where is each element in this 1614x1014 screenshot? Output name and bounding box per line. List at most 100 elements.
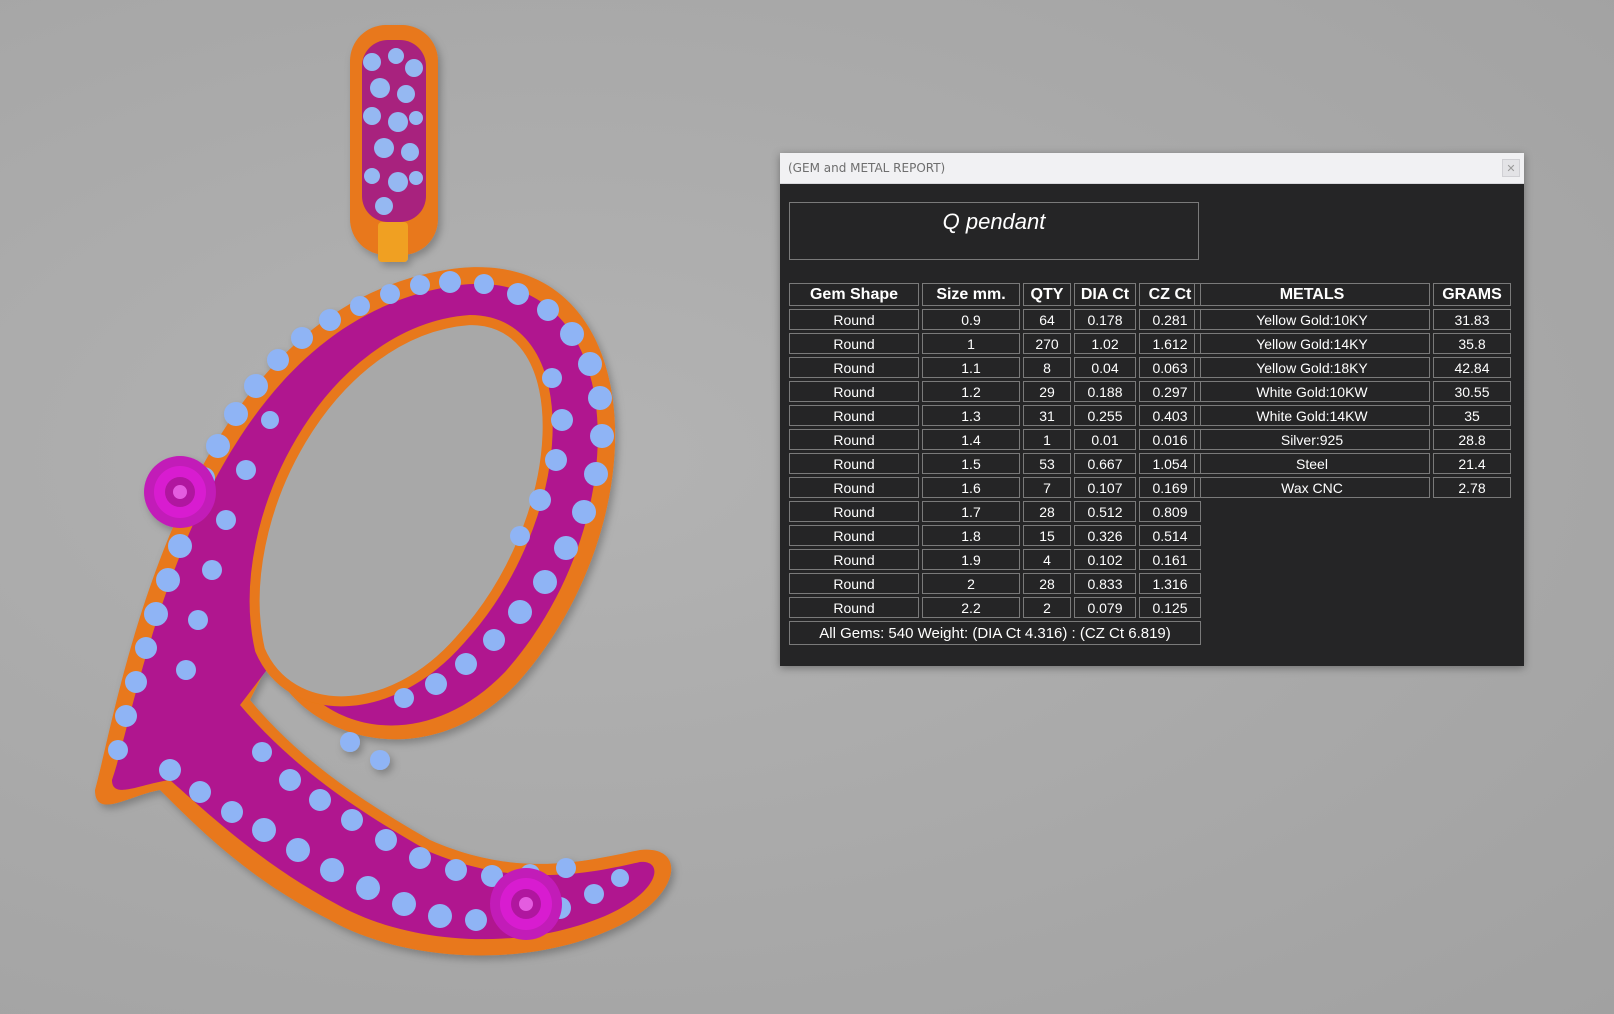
dia-ct-cell: 0.833: [1074, 573, 1136, 594]
qty-cell: 29: [1023, 381, 1071, 402]
rose-ornament-top: [144, 456, 216, 528]
metal-name-cell: Silver:925: [1194, 429, 1430, 450]
cz-ct-cell: 0.125: [1139, 597, 1201, 618]
table-row: Round 1.9 4 0.102 0.161: [789, 549, 1201, 570]
gem-shape-cell: Round: [789, 333, 919, 354]
metal-name-cell: Yellow Gold:18KY: [1194, 357, 1430, 378]
table-row: Round 1.4 1 0.01 0.016: [789, 429, 1201, 450]
cz-ct-cell: 0.809: [1139, 501, 1201, 522]
grams-cell: 31.83: [1433, 309, 1511, 330]
gem-summary-row: All Gems: 540 Weight: (DIA Ct 4.316) : (…: [789, 621, 1201, 645]
table-row: Yellow Gold:14KY 35.8: [1194, 333, 1511, 354]
table-row: Round 1.6 7 0.107 0.169: [789, 477, 1201, 498]
dia-ct-cell: 0.107: [1074, 477, 1136, 498]
dia-ct-cell: 0.079: [1074, 597, 1136, 618]
gem-table-header: Gem Shape Size mm. QTY DIA Ct CZ Ct: [789, 283, 1201, 306]
table-row: Round 1.7 28 0.512 0.809: [789, 501, 1201, 522]
metal-name-cell: Wax CNC: [1194, 477, 1430, 498]
grams-cell: 21.4: [1433, 453, 1511, 474]
qty-cell: 4: [1023, 549, 1071, 570]
pendant-bail: [350, 25, 438, 262]
gem-shape-cell: Round: [789, 429, 919, 450]
gem-shape-cell: Round: [789, 453, 919, 474]
metal-name-cell: Yellow Gold:10KY: [1194, 309, 1430, 330]
dia-ct-cell: 0.326: [1074, 525, 1136, 546]
size-cell: 1.9: [922, 549, 1020, 570]
qty-cell: 28: [1023, 573, 1071, 594]
size-cell: 1.8: [922, 525, 1020, 546]
table-row: Yellow Gold:10KY 31.83: [1194, 309, 1511, 330]
dia-ct-cell: 0.188: [1074, 381, 1136, 402]
metal-name-cell: Yellow Gold:14KY: [1194, 333, 1430, 354]
qty-cell: 53: [1023, 453, 1071, 474]
qty-cell: 15: [1023, 525, 1071, 546]
dia-ct-cell: 0.178: [1074, 309, 1136, 330]
size-cell: 1: [922, 333, 1020, 354]
metal-name-cell: White Gold:10KW: [1194, 381, 1430, 402]
gem-shape-header: Gem Shape: [789, 283, 919, 306]
size-cell: 1.4: [922, 429, 1020, 450]
size-cell: 1.3: [922, 405, 1020, 426]
gem-shape-cell: Round: [789, 573, 919, 594]
cz-ct-cell: 0.514: [1139, 525, 1201, 546]
dia-ct-cell: 0.04: [1074, 357, 1136, 378]
size-cell: 0.9: [922, 309, 1020, 330]
metal-name-cell: Steel: [1194, 453, 1430, 474]
size-cell: 2: [922, 573, 1020, 594]
gem-shape-cell: Round: [789, 477, 919, 498]
grams-cell: 28.8: [1433, 429, 1511, 450]
table-row: Yellow Gold:18KY 42.84: [1194, 357, 1511, 378]
size-cell: 2.2: [922, 597, 1020, 618]
grams-cell: 30.55: [1433, 381, 1511, 402]
dia-ct-cell: 0.102: [1074, 549, 1136, 570]
dia-ct-cell: 0.255: [1074, 405, 1136, 426]
gem-shape-cell: Round: [789, 549, 919, 570]
table-row: Round 1.5 53 0.667 1.054: [789, 453, 1201, 474]
grams-header: GRAMS: [1433, 283, 1511, 306]
dia-ct-cell: 0.01: [1074, 429, 1136, 450]
size-cell: 1.2: [922, 381, 1020, 402]
cz-ct-cell: 0.161: [1139, 549, 1201, 570]
gem-metal-report-window: (GEM and METAL REPORT) ✕ Q pendant Gem S…: [780, 153, 1524, 666]
qty-cell: 8: [1023, 357, 1071, 378]
table-row: Round 0.9 64 0.178 0.281: [789, 309, 1201, 330]
qty-cell: 28: [1023, 501, 1071, 522]
table-row: Round 1 270 1.02 1.612: [789, 333, 1201, 354]
qty-cell: 1: [1023, 429, 1071, 450]
table-row: Round 2 28 0.833 1.316: [789, 573, 1201, 594]
grams-cell: 35.8: [1433, 333, 1511, 354]
close-icon[interactable]: ✕: [1502, 159, 1520, 177]
table-row: Wax CNC 2.78: [1194, 477, 1511, 498]
metals-header: METALS: [1194, 283, 1430, 306]
qty-cell: 31: [1023, 405, 1071, 426]
table-row: White Gold:14KW 35: [1194, 405, 1511, 426]
table-row: Round 1.2 29 0.188 0.297: [789, 381, 1201, 402]
qty-cell: 270: [1023, 333, 1071, 354]
window-titlebar[interactable]: (GEM and METAL REPORT) ✕: [780, 153, 1524, 184]
report-name: Q pendant: [942, 209, 1046, 234]
gem-table: Gem Shape Size mm. QTY DIA Ct CZ Ct Roun…: [786, 280, 1204, 648]
window-title: (GEM and METAL REPORT): [788, 161, 946, 175]
grams-cell: 35: [1433, 405, 1511, 426]
rose-ornament-bottom: [490, 868, 562, 940]
pendant-render: [95, 25, 672, 956]
gem-summary: All Gems: 540 Weight: (DIA Ct 4.316) : (…: [789, 621, 1201, 645]
dia-ct-header: DIA Ct: [1074, 283, 1136, 306]
qty-cell: 64: [1023, 309, 1071, 330]
table-row: Steel 21.4: [1194, 453, 1511, 474]
gem-shape-cell: Round: [789, 381, 919, 402]
cz-ct-cell: 1.316: [1139, 573, 1201, 594]
qty-cell: 7: [1023, 477, 1071, 498]
dia-ct-cell: 0.667: [1074, 453, 1136, 474]
table-row: Round 1.8 15 0.326 0.514: [789, 525, 1201, 546]
qty-header: QTY: [1023, 283, 1071, 306]
table-row: White Gold:10KW 30.55: [1194, 381, 1511, 402]
size-header: Size mm.: [922, 283, 1020, 306]
gem-shape-cell: Round: [789, 309, 919, 330]
gem-shape-cell: Round: [789, 597, 919, 618]
grams-cell: 2.78: [1433, 477, 1511, 498]
grams-cell: 42.84: [1433, 357, 1511, 378]
metal-table-header: METALS GRAMS: [1194, 283, 1511, 306]
table-row: Round 1.3 31 0.255 0.403: [789, 405, 1201, 426]
metal-name-cell: White Gold:14KW: [1194, 405, 1430, 426]
